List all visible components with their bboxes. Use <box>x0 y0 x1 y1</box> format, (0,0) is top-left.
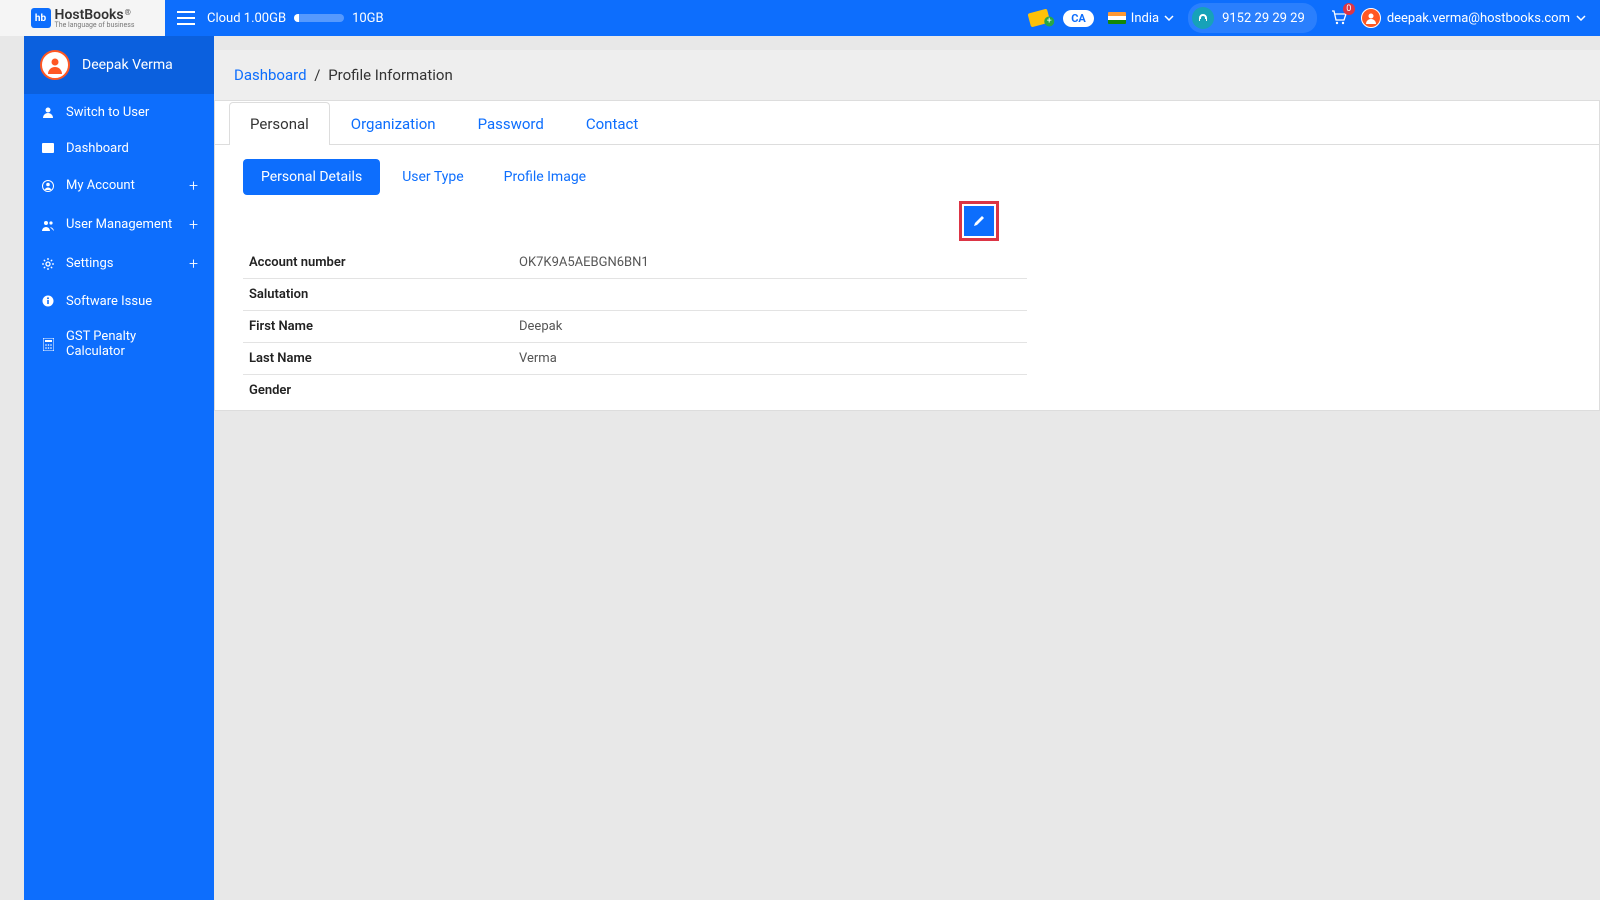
sidebar-item-label: Dashboard <box>66 141 129 156</box>
brand-name: HostBooks <box>55 8 124 22</box>
cloud-used-label: Cloud 1.00GB <box>207 11 286 26</box>
sidebar-item-software-issue[interactable]: Software Issue <box>24 283 214 319</box>
sidebar-avatar-icon <box>40 50 70 80</box>
breadcrumb-root-link[interactable]: Dashboard <box>234 66 307 84</box>
brand-reg: ® <box>125 8 131 17</box>
sidebar-item-settings[interactable]: Settings + <box>24 244 214 283</box>
sidebar-item-my-account[interactable]: My Account + <box>24 166 214 205</box>
edit-highlight <box>959 201 999 241</box>
breadcrumb-current: Profile Information <box>328 66 453 84</box>
account-icon <box>40 178 56 194</box>
tab-password[interactable]: Password <box>457 102 565 145</box>
info-icon <box>40 293 56 309</box>
expand-icon: + <box>189 176 198 195</box>
content: Dashboard / Profile Information Personal… <box>214 36 1600 900</box>
sidebar-item-user-management[interactable]: User Management + <box>24 205 214 244</box>
subtab-personal-details[interactable]: Personal Details <box>243 159 380 195</box>
detail-label: Last Name <box>249 351 519 366</box>
sidebar-item-label: GST Penalty Calculator <box>66 329 198 359</box>
pencil-icon <box>972 214 986 228</box>
ca-badge[interactable]: CA <box>1063 10 1094 27</box>
cloud-progress-bar <box>294 14 344 22</box>
logo-tile-icon: hb <box>31 8 51 28</box>
cart-button[interactable]: 0 <box>1331 10 1347 26</box>
sidebar-item-label: Switch to User <box>66 105 149 120</box>
top-bar: hb HostBooks ® The language of business … <box>0 0 1600 36</box>
sidebar-item-gst-calculator[interactable]: GST Penalty Calculator <box>24 319 214 369</box>
detail-label: First Name <box>249 319 519 334</box>
headset-icon <box>1192 7 1214 29</box>
user-email: deepak.verma@hostbooks.com <box>1387 11 1570 26</box>
detail-value: Deepak <box>519 319 562 334</box>
brand-tagline: The language of business <box>55 22 135 29</box>
sidebar-user-name: Deepak Verma <box>82 57 173 73</box>
breadcrumb-sep: / <box>314 66 320 84</box>
detail-row: Gender <box>243 375 1027 406</box>
edit-row <box>243 201 1027 247</box>
breadcrumb: Dashboard / Profile Information <box>214 50 1600 101</box>
detail-row: Last Name Verma <box>243 343 1027 375</box>
tab-personal[interactable]: Personal <box>229 102 330 145</box>
cloud-total-label: 10GB <box>352 11 384 26</box>
country-label: India <box>1131 11 1159 26</box>
user-menu[interactable]: deepak.verma@hostbooks.com <box>1361 8 1586 28</box>
detail-label: Salutation <box>249 287 519 302</box>
sidebar-item-label: My Account <box>66 178 135 193</box>
sidebar-item-label: User Management <box>66 217 172 232</box>
hamburger-menu-icon[interactable] <box>177 11 195 25</box>
ticket-icon[interactable]: + <box>1028 9 1051 28</box>
edit-button[interactable] <box>964 206 994 236</box>
detail-value: Verma <box>519 351 557 366</box>
calculator-icon <box>40 336 56 352</box>
cloud-storage-indicator: Cloud 1.00GB 10GB <box>207 11 384 26</box>
subtab-profile-image[interactable]: Profile Image <box>486 159 604 195</box>
sidebar: Deepak Verma Switch to User Dashboard My… <box>24 36 214 900</box>
country-selector[interactable]: India <box>1108 11 1174 26</box>
tab-organization[interactable]: Organization <box>330 102 457 145</box>
sidebar-item-dashboard[interactable]: Dashboard <box>24 130 214 166</box>
subtab-user-type[interactable]: User Type <box>384 159 481 195</box>
tab-contact[interactable]: Contact <box>565 102 659 145</box>
details-section: Account number OK7K9A5AEBGN6BN1 Salutati… <box>215 201 1055 416</box>
detail-label: Gender <box>249 383 519 398</box>
users-icon <box>40 217 56 233</box>
user-icon <box>40 104 56 120</box>
sidebar-item-switch-user[interactable]: Switch to User <box>24 94 214 130</box>
detail-row: Account number OK7K9A5AEBGN6BN1 <box>243 247 1027 279</box>
expand-icon: + <box>189 254 198 273</box>
sidebar-item-label: Settings <box>66 256 113 271</box>
secondary-tabs: Personal Details User Type Profile Image <box>215 145 1599 201</box>
detail-row: First Name Deepak <box>243 311 1027 343</box>
detail-value: OK7K9A5AEBGN6BN1 <box>519 255 649 270</box>
detail-row: Salutation <box>243 279 1027 311</box>
sidebar-item-label: Software Issue <box>66 294 152 309</box>
primary-tabs: Personal Organization Password Contact <box>215 101 1599 145</box>
expand-icon: + <box>189 215 198 234</box>
sidebar-user[interactable]: Deepak Verma <box>24 36 214 94</box>
support-phone[interactable]: 9152 29 29 29 <box>1188 3 1317 33</box>
user-avatar-icon <box>1361 8 1381 28</box>
cart-count-badge: 0 <box>1343 3 1355 15</box>
phone-number: 9152 29 29 29 <box>1222 11 1305 26</box>
detail-label: Account number <box>249 255 519 270</box>
profile-panel: Personal Organization Password Contact P… <box>214 101 1600 411</box>
dashboard-icon <box>40 140 56 156</box>
chevron-down-icon <box>1576 15 1586 21</box>
gear-icon <box>40 256 56 272</box>
india-flag-icon <box>1108 12 1126 24</box>
topbar-right: + CA India 9152 29 29 29 0 deepak.verma@… <box>1029 3 1600 33</box>
main-layout: Deepak Verma Switch to User Dashboard My… <box>0 36 1600 900</box>
chevron-down-icon <box>1164 15 1174 21</box>
brand-logo[interactable]: hb HostBooks ® The language of business <box>0 0 165 36</box>
